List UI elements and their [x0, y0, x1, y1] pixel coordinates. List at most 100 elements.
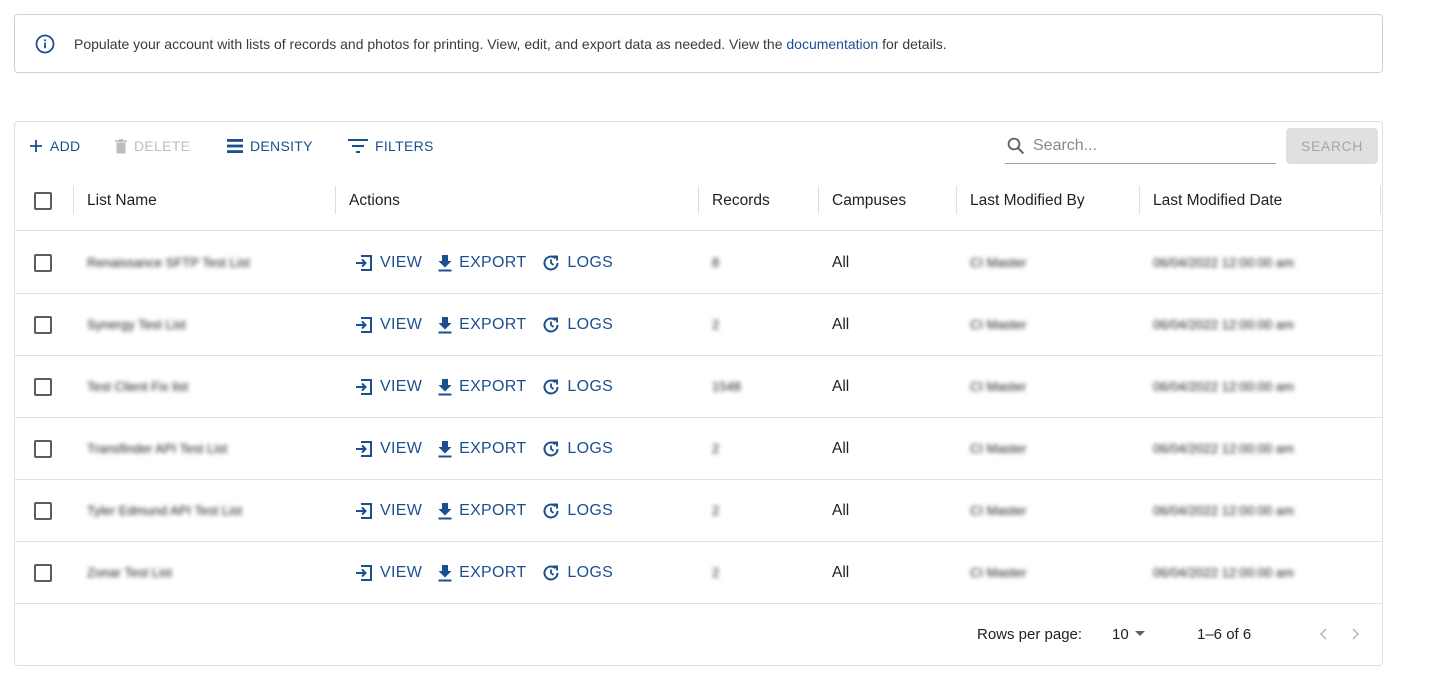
select-all-cell: [34, 172, 52, 230]
download-icon: [438, 254, 452, 271]
view-button[interactable]: VIEW: [355, 378, 422, 396]
column-separator[interactable]: [73, 186, 74, 214]
export-button[interactable]: EXPORT: [438, 440, 526, 458]
logs-button[interactable]: LOGS: [542, 316, 613, 334]
row-checkbox[interactable]: [34, 377, 52, 396]
delete-button[interactable]: DELETE: [115, 135, 190, 157]
column-header-last-modified-date[interactable]: Last Modified Date: [1153, 172, 1282, 230]
export-button[interactable]: EXPORT: [438, 502, 526, 520]
column-separator[interactable]: [1139, 186, 1140, 214]
density-icon: [227, 139, 243, 153]
column-header-records[interactable]: Records: [712, 172, 770, 230]
view-button[interactable]: VIEW: [355, 502, 422, 520]
export-button[interactable]: EXPORT: [438, 378, 526, 396]
row-checkbox[interactable]: [34, 315, 52, 334]
logs-label: LOGS: [567, 377, 614, 395]
export-label: EXPORT: [459, 501, 527, 519]
column-separator[interactable]: [818, 186, 819, 214]
filters-label: FILTERS: [375, 138, 434, 154]
column-header-last-modified-by[interactable]: Last Modified By: [970, 172, 1085, 230]
column-header-actions[interactable]: Actions: [349, 172, 400, 230]
view-button[interactable]: VIEW: [355, 564, 422, 582]
select-all-checkbox[interactable]: [34, 192, 52, 210]
actions-cell: VIEW EXPORT LOGS: [355, 294, 629, 355]
table-row[interactable]: Tyler Edmund API Test List VIEW EXPORT L…: [15, 480, 1382, 542]
campuses-cell: All: [832, 439, 850, 457]
logs-label: LOGS: [567, 563, 614, 581]
column-separator[interactable]: [1380, 186, 1381, 214]
login-icon: [356, 254, 372, 271]
view-label: VIEW: [380, 377, 423, 395]
density-label: DENSITY: [250, 138, 313, 154]
view-button[interactable]: VIEW: [355, 316, 422, 334]
view-button[interactable]: VIEW: [355, 254, 422, 272]
logs-button[interactable]: LOGS: [542, 254, 613, 272]
table-row[interactable]: Transfinder API Test List VIEW EXPORT LO…: [15, 418, 1382, 480]
view-label: VIEW: [380, 315, 423, 333]
records-cell: 2: [712, 317, 720, 332]
table-row[interactable]: Zonar Test List VIEW EXPORT LOGS 2 All C…: [15, 542, 1382, 604]
last-modified-by-cell: CI Master: [970, 441, 1027, 456]
row-select-cell: [34, 356, 52, 417]
logs-button[interactable]: LOGS: [542, 564, 613, 582]
filters-button[interactable]: FILTERS: [348, 135, 434, 157]
row-checkbox[interactable]: [34, 501, 52, 520]
history-icon: [543, 565, 559, 580]
actions-cell: VIEW EXPORT LOGS: [355, 542, 629, 603]
logs-label: LOGS: [567, 253, 614, 271]
history-icon: [543, 379, 559, 394]
list-name-cell: Synergy Test List: [87, 317, 186, 332]
history-icon: [543, 441, 559, 456]
list-name-cell: Renaissance SFTP Test List: [87, 255, 250, 270]
table-row[interactable]: Test Client Fix list VIEW EXPORT LOGS 15…: [15, 356, 1382, 418]
login-icon: [356, 502, 372, 519]
actions-cell: VIEW EXPORT LOGS: [355, 418, 629, 479]
campuses-cell: All: [832, 315, 850, 333]
previous-page-button[interactable]: [1313, 624, 1333, 644]
records-cell: 8: [712, 255, 720, 270]
density-button[interactable]: DENSITY: [227, 135, 313, 157]
logs-button[interactable]: LOGS: [542, 502, 613, 520]
row-checkbox[interactable]: [34, 253, 52, 272]
last-modified-date-cell: 06/04/2022 12:00:00 am: [1153, 255, 1294, 270]
search-icon: [1007, 137, 1025, 154]
download-icon: [438, 316, 452, 333]
table-row[interactable]: Synergy Test List VIEW EXPORT LOGS 2 All…: [15, 294, 1382, 356]
search-button[interactable]: SEARCH: [1286, 128, 1378, 164]
row-checkbox[interactable]: [34, 563, 52, 582]
export-button[interactable]: EXPORT: [438, 316, 526, 334]
last-modified-by-cell: CI Master: [970, 255, 1027, 270]
column-header-campuses[interactable]: Campuses: [832, 172, 906, 230]
column-separator[interactable]: [956, 186, 957, 214]
logs-button[interactable]: LOGS: [542, 440, 613, 458]
add-button[interactable]: ADD: [29, 135, 80, 157]
export-button[interactable]: EXPORT: [438, 254, 526, 272]
last-modified-date-cell: 06/04/2022 12:00:00 am: [1153, 317, 1294, 332]
rows-per-page-select[interactable]: 10: [1112, 603, 1145, 665]
list-name-cell: Transfinder API Test List: [87, 441, 228, 456]
delete-label: DELETE: [134, 138, 191, 154]
export-button[interactable]: EXPORT: [438, 564, 526, 582]
last-modified-date-cell: 06/04/2022 12:00:00 am: [1153, 379, 1294, 394]
column-separator[interactable]: [335, 186, 336, 214]
pagination-range: 1–6 of 6: [1197, 625, 1252, 643]
column-header-list-name[interactable]: List Name: [87, 172, 157, 230]
row-select-cell: [34, 542, 52, 603]
next-page-button[interactable]: [1346, 624, 1366, 644]
dropdown-arrow-icon: [1134, 631, 1145, 636]
row-checkbox[interactable]: [34, 439, 52, 458]
login-icon: [356, 440, 372, 457]
records-cell: 2: [712, 503, 720, 518]
view-button[interactable]: VIEW: [355, 440, 422, 458]
search-input[interactable]: [1033, 136, 1263, 155]
documentation-link[interactable]: documentation: [786, 36, 878, 52]
actions-cell: VIEW EXPORT LOGS: [355, 480, 629, 541]
login-icon: [356, 316, 372, 333]
column-separator[interactable]: [698, 186, 699, 214]
search-field: [1005, 128, 1276, 164]
table-row[interactable]: Renaissance SFTP Test List VIEW EXPORT L…: [15, 232, 1382, 294]
history-icon: [543, 503, 559, 518]
logs-button[interactable]: LOGS: [542, 378, 613, 396]
download-icon: [438, 502, 452, 519]
chevron-left-icon: [1319, 628, 1327, 640]
